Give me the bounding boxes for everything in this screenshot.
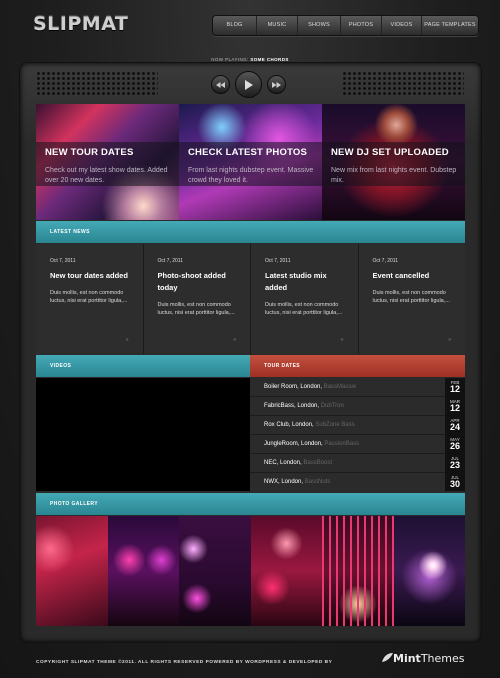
news-body: Duis mollis, est non commodo luctus, nis…: [157, 302, 235, 316]
site-logo[interactable]: SLIPMAT: [33, 13, 128, 35]
mint-brand-b: Themes: [420, 652, 465, 665]
rewind-button[interactable]: [211, 75, 230, 94]
feature-tour-dates[interactable]: NEW TOUR DATES Check out my latest show …: [36, 104, 179, 220]
rewind-icon: [216, 81, 225, 88]
news-item[interactable]: Oct 7, 2011 Event cancelled Duis mollis,…: [358, 244, 465, 354]
tour-date-badge: MAY 26: [445, 435, 465, 454]
tour-list: Boiler Room, London, BassMassie FEB 12 Fa…: [250, 378, 465, 491]
tour-venue: Rox Club, London,: [264, 422, 314, 428]
news-body: Duis mollis, est non commodo luctus, nis…: [50, 290, 128, 304]
read-more-icon[interactable]: »: [126, 337, 129, 343]
news-title[interactable]: Event cancelled: [373, 270, 452, 282]
tour-date-badge: JUL 23: [445, 454, 465, 473]
feature-text: Check out my latest show dates. Added ov…: [45, 167, 168, 184]
tour-row[interactable]: Boiler Room, London, BassMassie FEB 12: [250, 378, 465, 397]
tour-act: DubTron: [320, 403, 344, 409]
tour-day: 12: [449, 403, 460, 413]
news-title[interactable]: Photo-shoot added today: [158, 270, 237, 294]
feature-title: CHECK LATEST PHOTOS: [188, 147, 308, 158]
videos-heading: VIDEOS: [36, 355, 250, 377]
tour-row[interactable]: JungleRoom, London, PassionBass MAY 26: [250, 435, 465, 454]
news-title[interactable]: Latest studio mix added: [265, 270, 344, 294]
tour-day: 23: [449, 460, 460, 470]
feature-latest-photos[interactable]: CHECK LATEST PHOTOS From last nights dub…: [179, 104, 322, 220]
main-nav: BLOG MUSIC SHOWS PHOTOS VIDEOS PAGE TEMP…: [212, 15, 479, 36]
video-player[interactable]: [36, 378, 250, 491]
speaker-grille-left: [36, 71, 158, 95]
nav-photos[interactable]: PHOTOS: [341, 16, 382, 35]
footer-copyright: COPYRIGHT SLIPMAT THEME ©2011. ALL RIGHT…: [36, 660, 333, 665]
tour-date-badge: JUL 30: [445, 473, 465, 491]
tour-act: BassNuts: [304, 479, 331, 485]
nav-videos[interactable]: VIDEOS: [382, 16, 422, 35]
feature-dj-set[interactable]: NEW DJ SET UPLOADED New mix from last ni…: [322, 104, 465, 220]
tour-date-badge: FEB 12: [445, 378, 465, 397]
tour-date-badge: MAR 12: [445, 397, 465, 416]
latest-news-heading: LATEST NEWS: [36, 221, 465, 243]
feature-text: New mix from last nights event. Dubstep …: [331, 167, 457, 184]
gallery-photo[interactable]: [393, 516, 465, 626]
fast-forward-button[interactable]: [267, 75, 286, 94]
tour-row[interactable]: NEC, London, BassBoost JUL 23: [250, 454, 465, 473]
tour-day: 26: [449, 441, 460, 451]
tour-act: SubZone Bass: [315, 422, 355, 428]
tour-venue: JungleRoom, London,: [264, 441, 323, 447]
tour-venue: Boiler Room, London,: [264, 384, 323, 390]
tour-act: PassionBass: [324, 441, 360, 447]
tour-venue: NWX, London,: [264, 479, 304, 485]
nav-music[interactable]: MUSIC: [257, 16, 298, 35]
photo-gallery: [36, 516, 465, 626]
play-icon: [245, 79, 253, 90]
mint-leaf-icon: [382, 653, 393, 662]
tour-row[interactable]: NWX, London, BassNuts JUL 30: [250, 473, 465, 491]
tour-row[interactable]: FabricBass, London, DubTron MAR 12: [250, 397, 465, 416]
feature-title: NEW DJ SET UPLOADED: [331, 147, 449, 158]
news-item[interactable]: Oct 7, 2011 Photo-shoot added today Duis…: [143, 244, 251, 354]
tour-day: 12: [449, 384, 460, 394]
gallery-photo[interactable]: [322, 516, 394, 626]
page: SLIPMAT BLOG MUSIC SHOWS PHOTOS VIDEOS P…: [0, 0, 500, 678]
tour-act: BassMassie: [323, 384, 357, 390]
mint-themes-logo[interactable]: MintThemes: [382, 652, 465, 665]
gallery-photo[interactable]: [107, 516, 179, 626]
mint-brand-a: Mint: [393, 652, 421, 665]
fast-forward-icon: [272, 81, 281, 88]
tour-act: BassBoost: [303, 460, 333, 466]
feature-title: NEW TOUR DATES: [45, 147, 134, 158]
news-body: Duis mollis, est non commodo luctus, nis…: [265, 302, 343, 316]
news-body: Duis mollis, est non commodo luctus, nis…: [372, 290, 450, 304]
news-item[interactable]: Oct 7, 2011 New tour dates added Duis mo…: [36, 244, 144, 354]
read-more-icon[interactable]: »: [448, 337, 451, 343]
news-date: Oct 7, 2011: [50, 258, 76, 264]
nav-page-templates[interactable]: PAGE TEMPLATES: [422, 16, 478, 35]
news-item[interactable]: Oct 7, 2011 Latest studio mix added Duis…: [251, 244, 359, 354]
gallery-photo[interactable]: [250, 516, 322, 626]
feature-text: From last nights dubstep event. Massive …: [188, 167, 314, 184]
news-date: Oct 7, 2011: [265, 258, 291, 264]
news-title[interactable]: New tour dates added: [50, 270, 129, 282]
nav-blog[interactable]: BLOG: [213, 16, 257, 35]
gallery-photo[interactable]: [36, 516, 108, 626]
news-list: Oct 7, 2011 New tour dates added Duis mo…: [36, 244, 465, 354]
now-playing-track: SOME CHORDS: [250, 57, 289, 62]
tour-date-badge: APR 24: [445, 416, 465, 435]
nav-shows[interactable]: SHOWS: [298, 16, 341, 35]
speaker-grille-right: [342, 71, 464, 95]
tour-day: 30: [449, 479, 460, 489]
tour-dates-heading: TOUR DATES: [250, 355, 465, 377]
play-button[interactable]: [235, 71, 262, 98]
news-date: Oct 7, 2011: [372, 258, 398, 264]
now-playing-prefix: NOW PLAYING:: [211, 57, 249, 62]
gallery-photo[interactable]: [179, 516, 251, 626]
tour-day: 24: [449, 422, 460, 432]
now-playing: NOW PLAYING: SOME CHORDS: [0, 57, 500, 62]
read-more-icon[interactable]: »: [233, 337, 236, 343]
read-more-icon[interactable]: »: [341, 337, 344, 343]
tour-venue: NEC, London,: [264, 460, 302, 466]
tour-venue: FabricBass, London,: [264, 403, 320, 409]
news-date: Oct 7, 2011: [157, 258, 183, 264]
photo-gallery-heading: PHOTO GALLERY: [36, 493, 465, 515]
tour-row[interactable]: Rox Club, London, SubZone Bass APR 24: [250, 416, 465, 435]
